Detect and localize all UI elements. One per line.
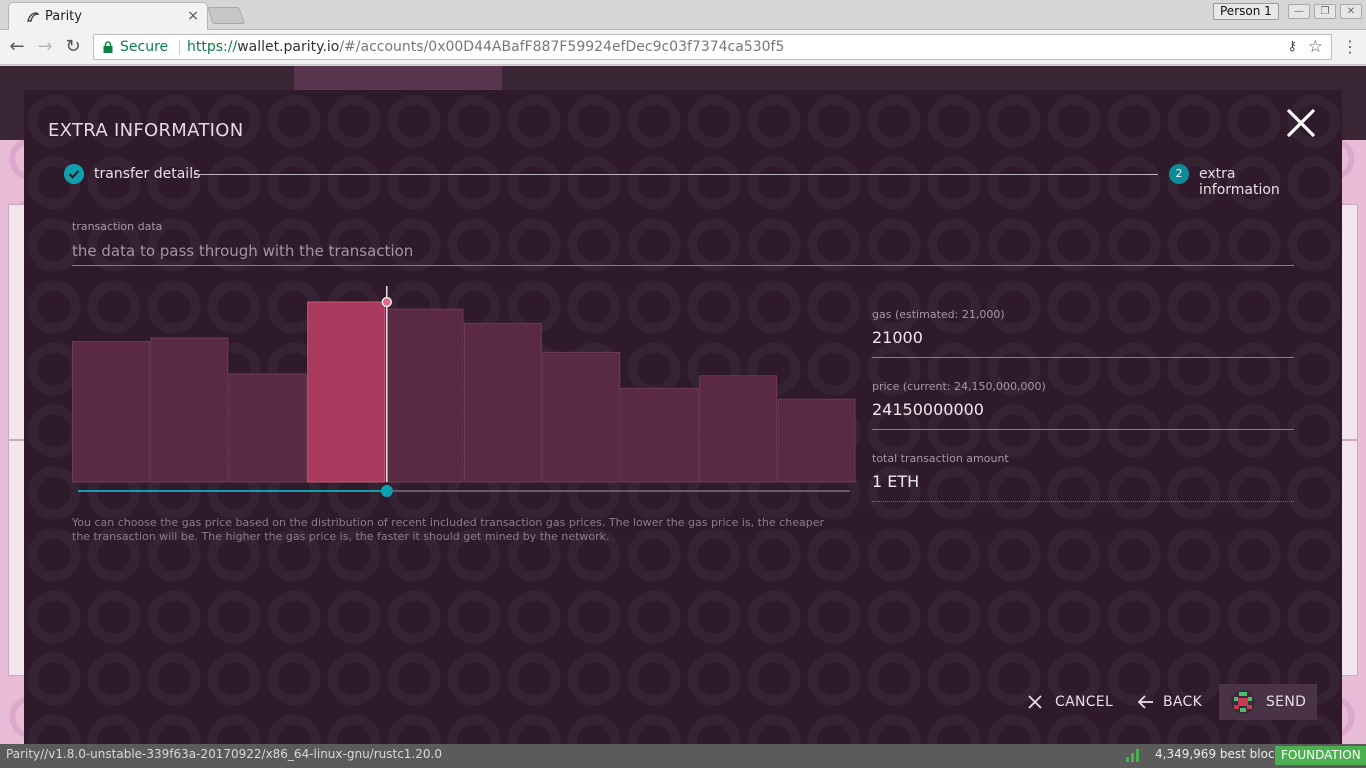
send-label: SEND xyxy=(1266,694,1307,710)
histogram-bar[interactable] xyxy=(699,375,778,483)
total-field: total transaction amount 1 ETH xyxy=(872,452,1294,502)
dialog-title: EXTRA INFORMATION xyxy=(48,120,244,141)
tab-close-icon[interactable]: × xyxy=(187,8,199,24)
stepper-connector xyxy=(194,174,1158,175)
arrow-left-icon xyxy=(1138,695,1153,709)
best-block-text: 4,349,969 best block xyxy=(1155,747,1282,761)
stepper: transfer details 2 extra information xyxy=(64,164,1304,198)
forward-nav-icon[interactable]: → xyxy=(34,36,56,58)
send-button[interactable]: SEND xyxy=(1219,684,1317,720)
url-text[interactable]: https://wallet.parity.io/#/accounts/0x00… xyxy=(187,39,784,55)
signal-icon xyxy=(1126,749,1139,762)
url-host: wallet.parity.io xyxy=(237,39,340,55)
profile-button[interactable]: Person 1 xyxy=(1213,3,1279,20)
restore-button[interactable]: ❐ xyxy=(1314,4,1336,19)
transaction-data-label: transaction data xyxy=(72,220,163,233)
minimize-button[interactable]: — xyxy=(1288,4,1310,19)
step-number-badge: 2 xyxy=(1169,164,1189,184)
histogram-bar[interactable] xyxy=(307,301,386,483)
histogram-bar[interactable] xyxy=(464,323,542,483)
slider-thumb[interactable] xyxy=(380,485,393,497)
histogram-bar[interactable] xyxy=(72,341,150,483)
price-field: price (current: 24,150,000,000) 24150000… xyxy=(872,380,1294,430)
key-icon[interactable]: ⚷ xyxy=(1287,39,1297,54)
browser-toolbar: ← → ↻ Secure https://wallet.parity.io/#/… xyxy=(0,30,1366,65)
secure-label: Secure xyxy=(120,39,169,55)
gas-label: gas (estimated: 21,000) xyxy=(872,308,1005,321)
step-extra-information: extra information xyxy=(1199,166,1280,198)
back-label: BACK xyxy=(1163,694,1203,710)
back-nav-icon[interactable]: ← xyxy=(6,36,28,58)
transaction-data-input[interactable] xyxy=(72,240,1294,262)
browser-tab[interactable]: Parity × xyxy=(8,2,208,30)
total-value: 1 ETH xyxy=(872,472,920,491)
gas-price-histogram[interactable] xyxy=(72,286,856,502)
parity-favicon-icon xyxy=(27,12,40,22)
url-path: /#/accounts/0x00D44ABafF887F59924efDec9c… xyxy=(339,39,785,55)
histogram-bar[interactable] xyxy=(777,398,856,483)
url-scheme: https:// xyxy=(187,39,238,55)
gas-price-hint: You can choose the gas price based on th… xyxy=(72,516,824,543)
window-close-button[interactable]: ✕ xyxy=(1340,4,1362,19)
check-circle-icon xyxy=(64,164,84,184)
close-icon[interactable] xyxy=(1284,106,1318,140)
step-transfer-details[interactable]: transfer details xyxy=(94,166,200,182)
tab-title: Parity xyxy=(45,9,82,24)
price-label: price (current: 24,150,000,000) xyxy=(872,380,1046,393)
reload-icon[interactable]: ↻ xyxy=(62,36,84,58)
total-label: total transaction amount xyxy=(872,452,1009,465)
cancel-label: CANCEL xyxy=(1055,694,1114,710)
gas-field: gas (estimated: 21,000) 21000 xyxy=(872,308,1294,358)
histogram-bar[interactable] xyxy=(542,351,621,483)
gas-input[interactable]: 21000 xyxy=(872,328,923,347)
version-text: Parity//v1.8.0-unstable-339f63a-20170922… xyxy=(6,747,442,761)
omnibox-separator xyxy=(179,40,180,55)
price-input[interactable]: 24150000000 xyxy=(872,400,984,419)
status-bar: Parity//v1.8.0-unstable-339f63a-20170922… xyxy=(0,744,1366,768)
chain-badge: FOUNDATION xyxy=(1275,746,1366,765)
histogram-bar[interactable] xyxy=(228,373,307,483)
address-bar[interactable]: Secure https://wallet.parity.io/#/accoun… xyxy=(93,34,1332,60)
extra-information-dialog: EXTRA INFORMATION transfer details 2 ext… xyxy=(24,90,1342,744)
cancel-button[interactable]: CANCEL xyxy=(1024,684,1114,720)
histogram-bar[interactable] xyxy=(385,308,464,483)
bookmark-star-icon[interactable]: ☆ xyxy=(1308,37,1323,57)
histogram-bar[interactable] xyxy=(150,337,229,483)
browser-tab-bar: Parity × Person 1 — ❐ ✕ xyxy=(0,0,1366,30)
histogram-bar[interactable] xyxy=(620,387,699,483)
lock-icon xyxy=(103,41,113,53)
close-icon xyxy=(1028,695,1042,709)
browser-menu-icon[interactable]: ⋮ xyxy=(1342,37,1358,56)
new-tab-button[interactable] xyxy=(207,7,245,24)
price-marker-dot xyxy=(381,296,392,308)
back-button[interactable]: BACK xyxy=(1134,684,1206,720)
transaction-data-field: transaction data xyxy=(72,218,1294,266)
identicon-icon xyxy=(1231,690,1255,714)
